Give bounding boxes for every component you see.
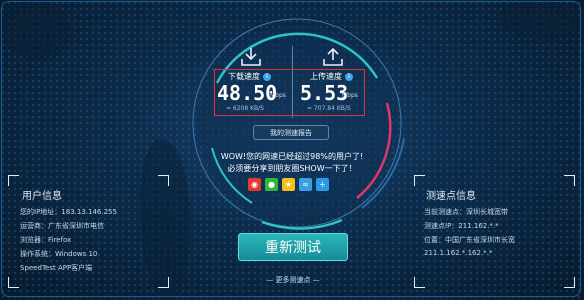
panel-corner <box>158 175 169 186</box>
panel-corner <box>158 277 169 288</box>
test-point-ip: 测速点IP：211.162.*.* <box>424 222 499 230</box>
plus-icon[interactable]: + <box>316 178 329 191</box>
panel-corner <box>414 277 425 288</box>
link-icon[interactable]: ∞ <box>299 178 312 191</box>
test-point-location: 位置：中国广东省深圳市长宽 <box>424 236 515 244</box>
more-test-points-link[interactable]: — 更多测速点 — <box>258 275 328 285</box>
user-info-panel: 用户信息 您的IP地址：183.13.146.255 运营商：广东省深圳市电信 … <box>8 165 169 293</box>
user-isp: 运营商：广东省深圳市电信 <box>20 222 104 230</box>
upload-kbs: ≈ 707.84 KB/S <box>307 105 351 112</box>
download-kbs: ≈ 6208 KB/S <box>226 105 264 112</box>
user-app-client[interactable]: SpeedTest APP客户端 <box>20 263 92 273</box>
retest-button[interactable]: 重新测试 <box>238 233 348 261</box>
wechat-icon[interactable]: ● <box>265 178 278 191</box>
user-ip: 您的IP地址：183.13.146.255 <box>20 208 117 216</box>
test-point-name: 当前测速点：深圳长城宽带 <box>424 208 508 216</box>
result-message: WOW!您的网速已经超过98%的用户了! <box>220 152 364 161</box>
my-report-button[interactable]: 我的测速报告 <box>253 125 329 140</box>
test-point-title: 测速点信息 <box>426 191 476 202</box>
test-point-extra: 211.1.162.*.162.*.* <box>424 249 493 257</box>
panel-corner <box>8 277 19 288</box>
upload-arrow-icon <box>323 47 343 66</box>
panel-corner <box>8 175 19 186</box>
download-value: 48.50 <box>217 81 278 105</box>
speedtest-screen: 下载速度 i 48.50 Mbps ≈ 6208 KB/S 上传速度 i 5.53 … <box>0 0 584 300</box>
download-unit: Mbps <box>270 92 286 99</box>
panel-corner <box>414 175 425 186</box>
weibo-icon[interactable]: ◉ <box>248 178 261 191</box>
star-icon[interactable]: ★ <box>282 178 295 191</box>
speed-gauge <box>192 18 405 230</box>
upload-value: 5.53 <box>300 81 349 105</box>
panel-corner <box>564 277 575 288</box>
user-browser: 浏览器：Firefox <box>20 236 72 244</box>
download-arrow-icon <box>241 48 261 66</box>
info-icon[interactable]: i <box>263 72 271 81</box>
test-point-panel: 测速点信息 当前测速点：深圳长城宽带 测速点IP：211.162.*.* 位置：… <box>414 165 584 293</box>
panel-corner <box>564 175 575 186</box>
user-os: 操作系统：Windows 10 <box>20 250 98 258</box>
user-info-title: 用户信息 <box>22 191 62 202</box>
share-prompt: 必须要分享到朋友圈SHOW一下了！ <box>227 164 357 173</box>
more-points-label: 更多测速点 <box>275 276 311 284</box>
upload-unit: Mbps <box>342 92 358 99</box>
info-icon[interactable]: i <box>345 72 353 81</box>
